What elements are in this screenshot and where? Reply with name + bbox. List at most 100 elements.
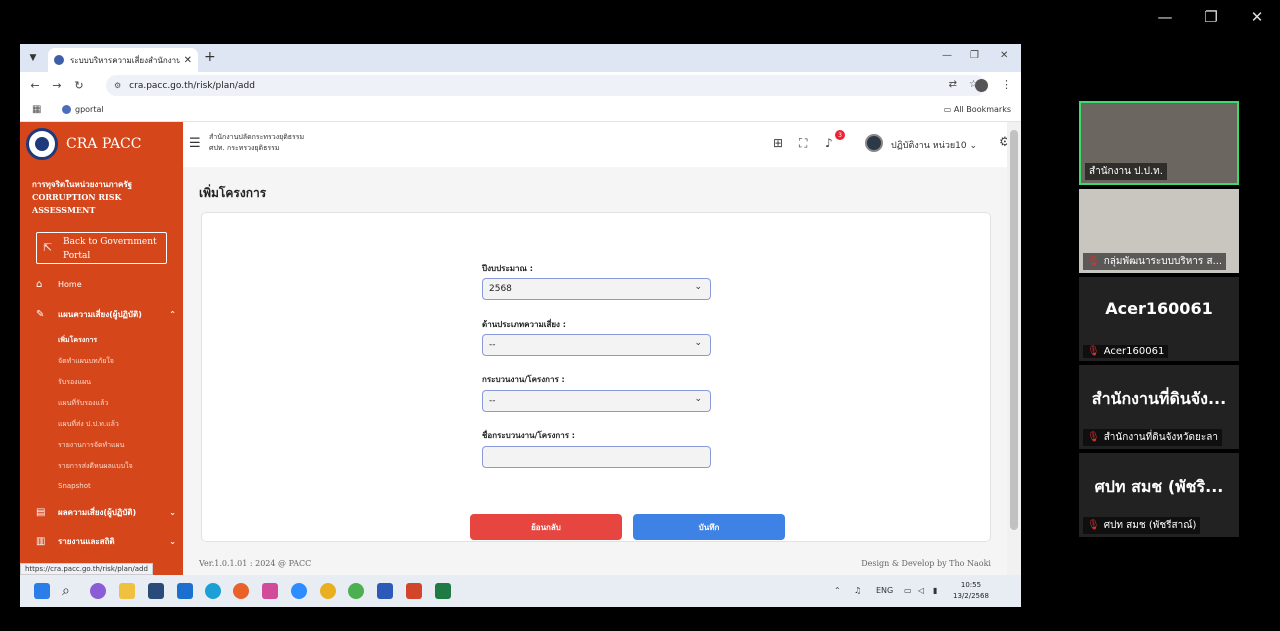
risk-type-value: -- bbox=[489, 340, 496, 350]
process-value: -- bbox=[489, 396, 496, 406]
participant-display-name: สำนักงานที่ดินจัง... bbox=[1091, 389, 1227, 408]
participant-tile[interactable]: 🎙 กลุ่มพัฒนาระบบบริหาร ส... bbox=[1079, 189, 1239, 273]
tab-title: ระบบบริหารความเสี่ยงสำนักงาน ป.ป.ท. bbox=[70, 55, 180, 65]
back-to-portal-button[interactable]: ⇱ Back to Government Portal bbox=[36, 232, 167, 264]
restore-button[interactable]: ❐ bbox=[1188, 0, 1234, 34]
copilot-icon[interactable] bbox=[90, 583, 106, 599]
search-icon[interactable]: ⌕ bbox=[62, 583, 78, 599]
sidebar-item-risk-result[interactable]: ▤ ผลความเสี่ยง(ผู้ปฏิบัติ) ⌄ bbox=[36, 506, 176, 519]
org-line-1: สำนักงานปลัดกระทรวงยุติธรรม bbox=[209, 133, 305, 141]
bookmark-gportal[interactable]: gportal bbox=[62, 105, 104, 114]
profile-avatar-icon[interactable] bbox=[975, 79, 988, 92]
zoom-icon[interactable] bbox=[291, 583, 307, 599]
browser-restore-icon[interactable]: ❐ bbox=[970, 50, 979, 61]
org-name: สำนักงานปลัดกระทรวงยุติธรรม ศปท. กระทรวง… bbox=[209, 132, 304, 154]
avatar[interactable] bbox=[865, 134, 883, 152]
save-button[interactable]: บันทึก bbox=[633, 514, 785, 540]
bell-icon[interactable]: ♪ bbox=[825, 136, 833, 150]
file-explorer-icon[interactable] bbox=[119, 583, 135, 599]
all-bookmarks[interactable]: ▭ All Bookmarks bbox=[944, 105, 1011, 114]
risk-result-label: ผลความเสี่ยง(ผู้ปฏิบัติ) bbox=[58, 508, 137, 517]
bookmark-label: gportal bbox=[75, 105, 104, 114]
sub-item-plan[interactable]: จัดทำแผนบทภัยใจ bbox=[58, 356, 114, 367]
sidebar-item-reports[interactable]: ▥ รายงานและสถิติ ⌄ bbox=[36, 535, 176, 548]
logo-row[interactable]: CRA PACC bbox=[26, 128, 141, 160]
sub-item-report[interactable]: รายงานการจัดทำแผน bbox=[58, 440, 124, 451]
browser-toolbar: ← → ↻ ⚙ cra.pacc.go.th/risk/plan/add ⇄ ☆… bbox=[20, 72, 1021, 99]
scrollbar-thumb[interactable] bbox=[1010, 130, 1018, 530]
participant-name-text: Acer160061 bbox=[1103, 346, 1165, 357]
outlook-icon[interactable] bbox=[177, 583, 193, 599]
store-icon[interactable] bbox=[148, 583, 164, 599]
start-icon[interactable] bbox=[34, 583, 50, 599]
menu-toggle-icon[interactable]: ☰ bbox=[189, 136, 201, 151]
site-info-icon[interactable]: ⚙ bbox=[114, 81, 121, 90]
volume-icon[interactable]: ◁ bbox=[918, 586, 924, 595]
apps-grid-icon[interactable]: ▦ bbox=[32, 104, 41, 115]
participant-tile[interactable]: สำนักงาน ป.ป.ท. bbox=[1079, 101, 1239, 185]
clock[interactable]: 10:55 13/2/2568 bbox=[953, 580, 989, 602]
sub-item-snapshot[interactable]: Snapshot bbox=[58, 482, 91, 490]
apps-icon[interactable]: ⊞ bbox=[773, 136, 783, 150]
page-scrollbar[interactable] bbox=[1007, 122, 1021, 575]
sidebar-item-risk-plan[interactable]: ✎ แผนความเสี่ยง(ผู้ปฏิบัติ) ⌃ bbox=[36, 308, 176, 321]
mic-icon[interactable]: ♫ bbox=[854, 586, 861, 595]
clock-date: 13/2/2568 bbox=[953, 592, 989, 600]
browser-menu-icon[interactable]: ⋮ bbox=[1001, 78, 1012, 91]
tab-close-icon[interactable]: ✕ bbox=[184, 55, 192, 66]
browser-close-icon[interactable]: ✕ bbox=[1000, 50, 1008, 61]
powerpoint-icon[interactable] bbox=[406, 583, 422, 599]
back-arrow-icon[interactable]: ← bbox=[24, 79, 46, 92]
process-name-input[interactable] bbox=[482, 446, 711, 468]
participant-name: 🎙 ศปท สมช (พัชรีสาณ์) bbox=[1083, 517, 1201, 534]
snipping-icon[interactable] bbox=[262, 583, 278, 599]
fullscreen-icon[interactable]: ⛶ bbox=[799, 136, 807, 151]
forward-arrow-icon[interactable]: → bbox=[46, 79, 68, 92]
chevron-down-icon: ⌄ bbox=[694, 394, 702, 404]
edge-icon[interactable] bbox=[205, 583, 221, 599]
sidebar: CRA PACC การทุจริตในหน่วยงานภาครัฐ CORRU… bbox=[20, 122, 183, 575]
home-label: Home bbox=[58, 280, 82, 289]
address-bar[interactable]: ⚙ cra.pacc.go.th/risk/plan/add ⇄ ☆ bbox=[106, 75, 986, 96]
tab-favicon-icon bbox=[54, 55, 64, 65]
participant-name-text: ศปท สมช (พัชรีสาณ์) bbox=[1103, 520, 1197, 531]
participant-name-text: กลุ่มพัฒนาระบบบริหาร ส... bbox=[1103, 256, 1223, 267]
web-app: CRA PACC การทุจริตในหน่วยงานภาครัฐ CORRU… bbox=[20, 122, 1021, 575]
chevron-up-icon[interactable]: ⌃ bbox=[834, 586, 841, 595]
participant-tile[interactable]: ศปท สมช (พัชริ... 🎙 ศปท สมช (พัชรีสาณ์) bbox=[1079, 453, 1239, 537]
user-menu[interactable]: ปฏิบัติงาน หน่วย10 ⌄ bbox=[891, 138, 977, 152]
budget-year-select[interactable]: 2568 ⌄ bbox=[482, 278, 711, 300]
language-indicator[interactable]: ENG bbox=[876, 586, 893, 595]
chevron-down-icon: ⌄ bbox=[169, 508, 176, 517]
firefox-icon[interactable] bbox=[233, 583, 249, 599]
sub-item-add-project[interactable]: เพิ่มโครงการ bbox=[58, 335, 97, 346]
network-icon[interactable]: ▭ bbox=[904, 586, 912, 595]
browser-tab[interactable]: ระบบบริหารความเสี่ยงสำนักงาน ป.ป.ท. ✕ bbox=[48, 48, 198, 72]
process-name-label: ชื่อกระบวนงาน/โครงการ : bbox=[482, 431, 575, 440]
participant-name: 🎙 กลุ่มพัฒนาระบบบริหาร ส... bbox=[1083, 253, 1227, 270]
back-button[interactable]: ย้อนกลับ bbox=[470, 514, 622, 540]
battery-icon[interactable]: ▮ bbox=[933, 586, 937, 595]
risk-type-select[interactable]: -- ⌄ bbox=[482, 334, 711, 356]
chrome-icon[interactable] bbox=[320, 583, 336, 599]
new-tab-icon[interactable]: + bbox=[204, 49, 216, 65]
sub-item-certified[interactable]: แผนที่รับรองแล้ว bbox=[58, 398, 108, 409]
reload-icon[interactable]: ↻ bbox=[68, 79, 90, 92]
participant-tile[interactable]: สำนักงานที่ดินจัง... 🎙 สำนักงานที่ดินจังห… bbox=[1079, 365, 1239, 449]
tab-search-icon[interactable]: ▼ bbox=[24, 49, 42, 67]
browser-minimize-icon[interactable]: — bbox=[942, 50, 952, 61]
translate-icon[interactable]: ⇄ bbox=[949, 79, 957, 90]
excel-icon[interactable] bbox=[435, 583, 451, 599]
sub-item-list[interactable]: รายการส่งดีหนผลแบบใจ bbox=[58, 461, 133, 472]
participant-tile[interactable]: Acer160061 🎙 Acer160061 bbox=[1079, 277, 1239, 361]
process-select[interactable]: -- ⌄ bbox=[482, 390, 711, 412]
word-icon[interactable] bbox=[377, 583, 393, 599]
form-card: ปีงบประมาณ : 2568 ⌄ ด้านประเภทความเสี่ยง… bbox=[201, 212, 991, 542]
sub-item-certify[interactable]: รับรองแผน bbox=[58, 377, 91, 388]
reports-label: รายงานและสถิติ bbox=[58, 537, 115, 546]
minimize-button[interactable]: — bbox=[1142, 0, 1188, 34]
chrome-icon[interactable] bbox=[348, 583, 364, 599]
sub-item-sent[interactable]: แผนที่ส่ง ป.ป.ท.แล้ว bbox=[58, 419, 119, 430]
sidebar-item-home[interactable]: ⌂ Home bbox=[36, 279, 176, 290]
close-button[interactable]: ✕ bbox=[1234, 0, 1280, 34]
